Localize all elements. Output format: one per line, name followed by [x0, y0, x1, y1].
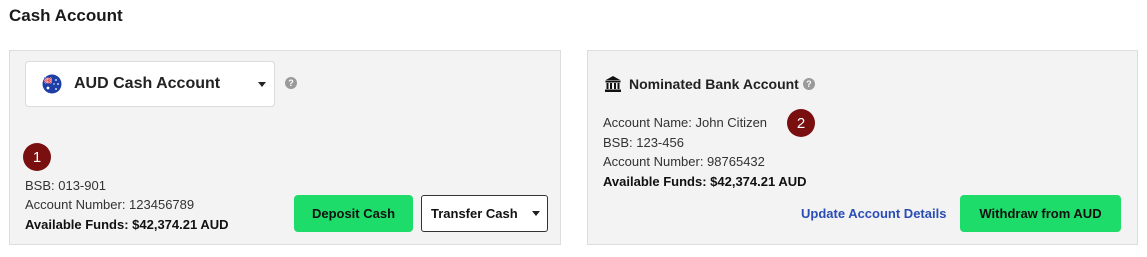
- chevron-down-icon: [532, 211, 540, 216]
- deposit-cash-button[interactable]: Deposit Cash: [294, 195, 413, 232]
- australia-flag-icon: [42, 74, 62, 94]
- account-select-dropdown[interactable]: AUD Cash Account: [25, 61, 275, 107]
- cash-available-funds: Available Funds: $42,374.21 AUD: [25, 217, 229, 232]
- cash-account-number: Account Number: 123456789: [25, 197, 195, 212]
- bank-heading-text: Nominated Bank Account: [629, 76, 799, 92]
- withdraw-button[interactable]: Withdraw from AUD: [960, 195, 1121, 232]
- bank-available-funds: Available Funds: $42,374.21 AUD: [603, 174, 807, 189]
- bank-bsb: BSB: 123-456: [603, 135, 684, 150]
- chevron-down-icon: [258, 82, 266, 87]
- page-title: Cash Account: [9, 6, 123, 25]
- annotation-marker-1: 1: [23, 143, 51, 171]
- annotation-marker-2: 2: [787, 109, 815, 137]
- help-icon[interactable]: ?: [285, 77, 297, 89]
- bank-account-number: Account Number: 98765432: [603, 154, 765, 169]
- nominated-bank-panel: Nominated Bank Account ? Account Name: J…: [587, 50, 1138, 245]
- help-icon[interactable]: ?: [802, 78, 815, 90]
- update-account-details-link[interactable]: Update Account Details: [801, 206, 946, 221]
- cash-account-panel: AUD Cash Account ? 1 BSB: 013-901 Accoun…: [9, 50, 561, 245]
- cash-bsb: BSB: 013-901: [25, 178, 106, 193]
- account-select-label: AUD Cash Account: [74, 75, 221, 92]
- transfer-cash-dropdown[interactable]: Transfer Cash: [421, 195, 548, 232]
- bank-icon: [604, 75, 622, 93]
- bank-account-name: Account Name: John Citizen: [603, 115, 768, 130]
- bank-heading: Nominated Bank Account ?: [604, 75, 815, 93]
- transfer-cash-label: Transfer Cash: [431, 206, 518, 221]
